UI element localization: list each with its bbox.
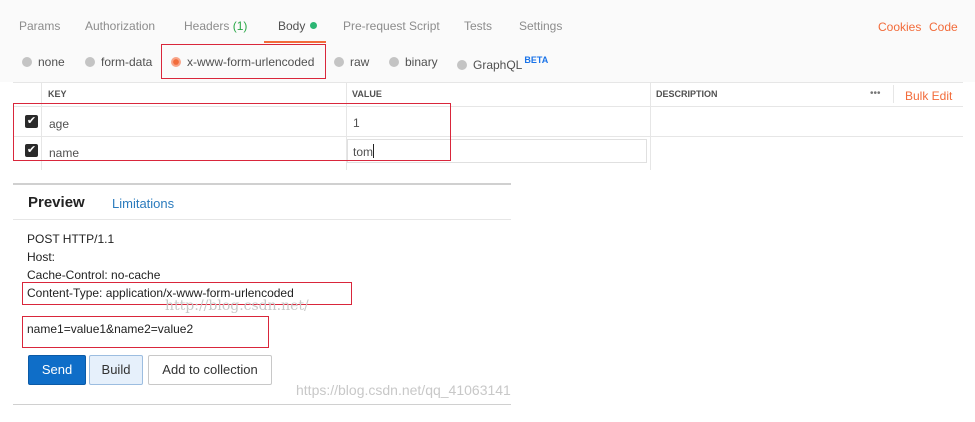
- body-active-dot-icon: [310, 22, 318, 29]
- urlencoded-highlight-box: [161, 44, 326, 79]
- preview-request-line: POST HTTP/1.1: [27, 232, 115, 246]
- radio-unselected-icon: [389, 57, 399, 67]
- radio-form-data[interactable]: form-data: [85, 55, 152, 69]
- preview-host-line: Host:: [27, 250, 56, 264]
- tab-prerequest-script[interactable]: Pre-request Script: [343, 19, 440, 33]
- active-tab-indicator: [264, 41, 326, 43]
- radio-graphql[interactable]: GraphQL BETA: [457, 55, 548, 72]
- tab-body-label: Body: [278, 19, 306, 33]
- radio-raw-label: raw: [350, 55, 370, 69]
- column-header-key: KEY: [48, 89, 67, 99]
- build-button[interactable]: Build: [89, 355, 143, 385]
- tab-params[interactable]: Params: [19, 19, 60, 33]
- watermark-text: http://blog.csdn.net/: [165, 298, 309, 314]
- radio-unselected-icon: [334, 57, 344, 67]
- table-column-divider: [650, 83, 651, 170]
- tab-headers[interactable]: Headers (1): [184, 19, 247, 33]
- preview-bottom-divider: [13, 404, 511, 405]
- radio-none[interactable]: none: [22, 55, 65, 69]
- column-header-description: DESCRIPTION: [656, 89, 718, 99]
- preview-title: Preview: [28, 194, 85, 211]
- tab-authorization[interactable]: Authorization: [85, 19, 155, 33]
- tab-settings[interactable]: Settings: [519, 19, 562, 33]
- preview-cache-control-line: Cache-Control: no-cache: [27, 268, 161, 282]
- column-header-value: VALUE: [352, 89, 382, 99]
- bulk-edit-divider: [893, 85, 894, 103]
- radio-binary-label: binary: [405, 55, 438, 69]
- preview-header-divider: [13, 219, 511, 220]
- headers-count-badge: (1): [232, 19, 248, 33]
- add-to-collection-button[interactable]: Add to collection: [148, 355, 272, 385]
- send-button[interactable]: Send: [28, 355, 86, 385]
- radio-binary[interactable]: binary: [389, 55, 438, 69]
- radio-graphql-label: GraphQL: [473, 58, 523, 72]
- radio-raw[interactable]: raw: [334, 55, 369, 69]
- more-options-icon[interactable]: •••: [870, 88, 881, 99]
- radio-unselected-icon: [85, 57, 95, 67]
- code-link[interactable]: Code: [929, 20, 958, 34]
- radio-unselected-icon: [457, 60, 467, 70]
- watermark-text: https://blog.csdn.net/qq_41063141: [296, 382, 511, 398]
- bulk-edit-link[interactable]: Bulk Edit: [905, 89, 952, 103]
- body-highlight-box: [22, 316, 269, 348]
- params-highlight-box: [13, 103, 451, 161]
- tab-headers-label: Headers: [184, 19, 230, 33]
- radio-form-data-label: form-data: [101, 55, 153, 69]
- radio-unselected-icon: [22, 57, 32, 67]
- tab-body[interactable]: Body: [278, 19, 318, 33]
- cookies-link[interactable]: Cookies: [878, 20, 921, 34]
- limitations-link[interactable]: Limitations: [112, 196, 174, 211]
- radio-none-label: none: [38, 55, 65, 69]
- tab-tests[interactable]: Tests: [464, 19, 492, 33]
- beta-badge: BETA: [524, 55, 549, 65]
